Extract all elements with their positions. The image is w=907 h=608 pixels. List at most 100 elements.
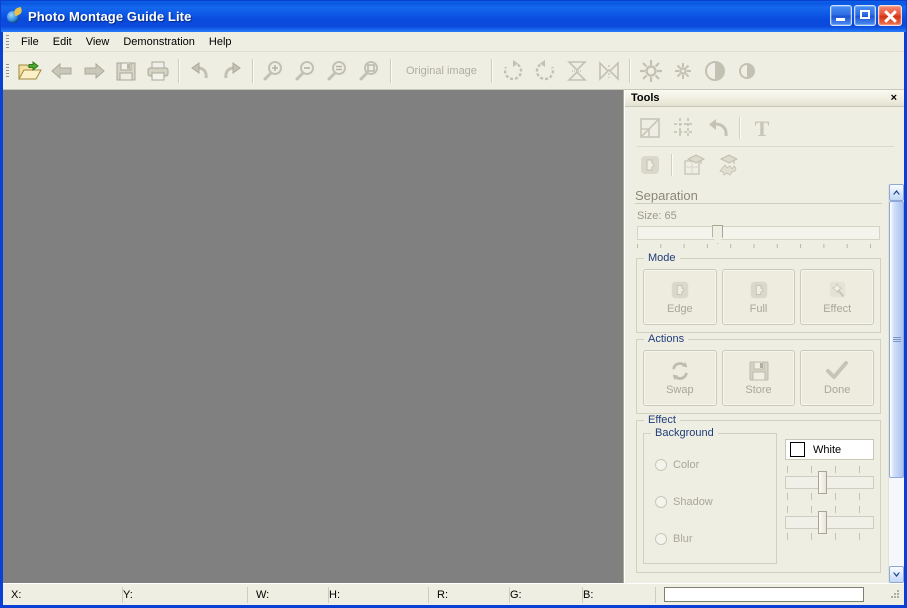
mode-group: Mode Edge Full Effect bbox=[636, 252, 881, 333]
status-w-key: W: bbox=[256, 588, 270, 601]
radio-icon[interactable] bbox=[655, 532, 667, 545]
separation-tool-button[interactable] bbox=[635, 150, 665, 180]
toolbar-separator bbox=[390, 58, 392, 83]
contrast-circle-icon bbox=[704, 60, 725, 81]
chevron-up-icon bbox=[893, 190, 900, 195]
close-button[interactable] bbox=[878, 5, 902, 26]
tools-separator bbox=[671, 154, 673, 176]
background-color-dropdown[interactable]: White bbox=[785, 439, 874, 460]
radio-icon[interactable] bbox=[655, 458, 667, 471]
brightness-button[interactable] bbox=[636, 56, 666, 86]
sun-small-icon bbox=[674, 62, 691, 79]
minimize-button[interactable] bbox=[830, 5, 852, 26]
status-h: H: bbox=[329, 586, 429, 603]
scroll-up-button[interactable] bbox=[889, 184, 904, 201]
flip-horizontal-button[interactable] bbox=[594, 56, 624, 86]
zoom-fit-button[interactable] bbox=[355, 56, 385, 86]
menu-item-edit[interactable]: Edit bbox=[46, 34, 79, 50]
checkmark-icon bbox=[826, 361, 849, 379]
mode-effect-button[interactable]: Effect bbox=[800, 269, 875, 325]
background-color-label: Color bbox=[673, 458, 700, 471]
close-icon[interactable]: × bbox=[888, 93, 900, 104]
text-tool-button[interactable]: T bbox=[747, 113, 777, 143]
gamma-button[interactable] bbox=[668, 56, 698, 86]
forward-button[interactable] bbox=[79, 56, 109, 86]
slider-thumb[interactable] bbox=[712, 225, 724, 244]
menu-item-demonstration[interactable]: Demonstration bbox=[116, 34, 202, 50]
slider-ticks bbox=[787, 533, 872, 540]
background-option-blur[interactable]: Blur bbox=[648, 520, 772, 557]
background-option-color[interactable]: Color bbox=[648, 446, 772, 483]
status-y-key: Y: bbox=[123, 588, 133, 601]
status-b: B: bbox=[583, 586, 656, 603]
tools-scrollbar[interactable] bbox=[888, 184, 904, 583]
rotate-ccw-button[interactable] bbox=[530, 56, 560, 86]
sun-large-icon bbox=[639, 59, 662, 82]
saturation-button[interactable] bbox=[732, 56, 762, 86]
redo-button[interactable] bbox=[217, 56, 247, 86]
slider-thumb[interactable] bbox=[818, 511, 828, 534]
mode-full-button[interactable]: Full bbox=[721, 269, 796, 325]
radio-icon[interactable] bbox=[655, 495, 667, 508]
action-swap-label: Swap bbox=[666, 384, 694, 396]
tools-icon-strip: T bbox=[625, 107, 904, 184]
grid-tool-button[interactable] bbox=[669, 113, 699, 143]
contrast-button[interactable] bbox=[700, 56, 730, 86]
zoom-out-button[interactable] bbox=[291, 56, 321, 86]
zoom-in-button[interactable] bbox=[259, 56, 289, 86]
slider-thumb[interactable] bbox=[818, 471, 828, 494]
app-window: Photo Montage Guide Lite File Edit View … bbox=[0, 0, 907, 608]
image-canvas[interactable] bbox=[3, 90, 624, 583]
guide-burst-button[interactable] bbox=[713, 150, 743, 180]
guide-square-button[interactable] bbox=[679, 150, 709, 180]
status-message-field[interactable] bbox=[664, 587, 864, 602]
background-shadow-label: Shadow bbox=[673, 495, 713, 508]
action-store-button[interactable]: Store bbox=[721, 350, 796, 406]
mode-effect-label: Effect bbox=[823, 303, 852, 315]
print-button[interactable] bbox=[143, 56, 173, 86]
undo-arrow-icon bbox=[191, 61, 208, 78]
separation-size-slider[interactable] bbox=[637, 225, 880, 252]
rotate-counterclockwise-icon bbox=[535, 59, 555, 80]
menu-item-file[interactable]: File bbox=[14, 34, 46, 50]
status-g-key: G: bbox=[510, 588, 522, 601]
resize-grip-icon[interactable] bbox=[890, 589, 901, 600]
scrollbar-thumb[interactable] bbox=[889, 201, 904, 479]
open-file-button[interactable] bbox=[15, 56, 45, 86]
menu-item-help[interactable]: Help bbox=[202, 34, 239, 50]
undo-button[interactable] bbox=[185, 56, 215, 86]
menu-item-view[interactable]: View bbox=[79, 34, 117, 50]
rotate-cw-button[interactable] bbox=[498, 56, 528, 86]
crop-tool-button[interactable] bbox=[635, 113, 665, 143]
puzzle-piece-icon bbox=[750, 281, 767, 299]
separation-heading: Separation bbox=[635, 188, 704, 203]
menu-grip-handle[interactable] bbox=[6, 35, 9, 48]
save-button[interactable] bbox=[111, 56, 141, 86]
mode-edge-button[interactable]: Edge bbox=[643, 269, 717, 325]
back-button[interactable] bbox=[47, 56, 77, 86]
flip-vertical-button[interactable] bbox=[562, 56, 592, 86]
title-bar[interactable]: Photo Montage Guide Lite bbox=[1, 1, 906, 32]
scrollbar-track[interactable] bbox=[889, 201, 904, 566]
graduation-cap-square-icon bbox=[684, 154, 706, 175]
mode-heading: Mode bbox=[644, 252, 680, 264]
scroll-down-button[interactable] bbox=[889, 566, 904, 583]
background-option-shadow[interactable]: Shadow bbox=[648, 483, 772, 520]
status-x: X: bbox=[3, 586, 123, 603]
background-color-value: White bbox=[813, 443, 842, 456]
puzzle-piece-icon bbox=[671, 281, 689, 299]
action-done-button[interactable]: Done bbox=[800, 350, 875, 406]
slider-ticks bbox=[787, 493, 872, 500]
status-w: W: bbox=[248, 586, 329, 603]
zoom-actual-button[interactable] bbox=[323, 56, 353, 86]
action-swap-button[interactable]: Swap bbox=[643, 350, 717, 406]
main-area: Tools × T Separation Size: 65 Mode Edge … bbox=[3, 90, 904, 583]
blur-slider[interactable] bbox=[785, 506, 874, 540]
swap-arrows-icon bbox=[672, 361, 688, 381]
toolbar-grip-handle[interactable] bbox=[6, 64, 9, 77]
revert-tool-button[interactable] bbox=[703, 113, 733, 143]
original-image-button[interactable]: Original image bbox=[396, 65, 487, 77]
shadow-slider[interactable] bbox=[785, 466, 874, 500]
maximize-button[interactable] bbox=[854, 5, 876, 26]
puzzle-piece-icon bbox=[641, 156, 659, 174]
